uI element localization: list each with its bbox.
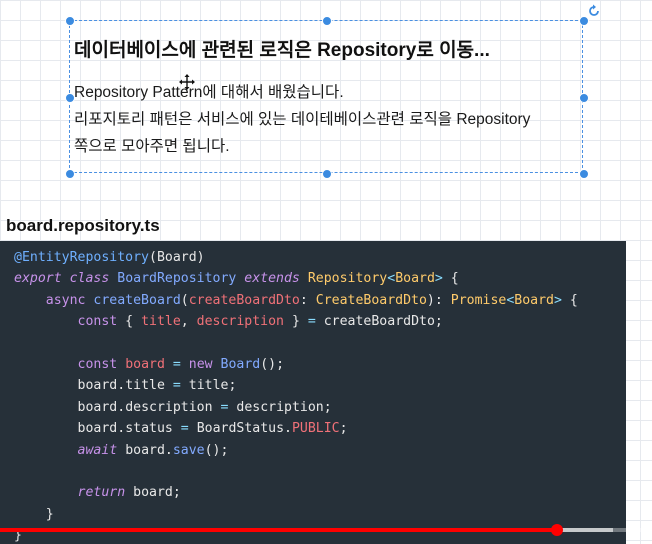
rotate-icon[interactable] <box>587 4 601 18</box>
body-line: 쪽으로 모아주면 됩니다. <box>74 138 230 155</box>
slide-body-text[interactable]: Repository Pattern에 대해서 배웠습니다. 리포지토리 패턴은… <box>74 79 584 160</box>
resize-handle-top-center[interactable] <box>322 16 332 26</box>
resize-handle-bottom-right[interactable] <box>579 169 589 179</box>
code-filename: board.repository.ts <box>6 216 160 235</box>
code-text: @EntityRepository(Board) export class Bo… <box>14 250 578 544</box>
code-block: @EntityRepository(Board) export class Bo… <box>0 241 626 544</box>
progress-buffered <box>557 528 613 532</box>
resize-handle-top-left[interactable] <box>65 16 75 26</box>
move-cursor-icon <box>179 74 195 90</box>
body-line: Repository Pattern에 대해서 배웠습니다. <box>74 84 344 101</box>
progress-played <box>0 528 558 532</box>
resize-handle-bottom-center[interactable] <box>322 169 332 179</box>
slide-heading: 데이터베이스에 관련된 로직은 Repository로 이동... <box>74 40 490 61</box>
resize-handle-bottom-left[interactable] <box>65 169 75 179</box>
video-progress-bar[interactable] <box>0 524 652 536</box>
body-line: 리포지토리 패턴은 서비스에 있는 데이테베이스관련 로직을 Repositor… <box>74 111 531 128</box>
